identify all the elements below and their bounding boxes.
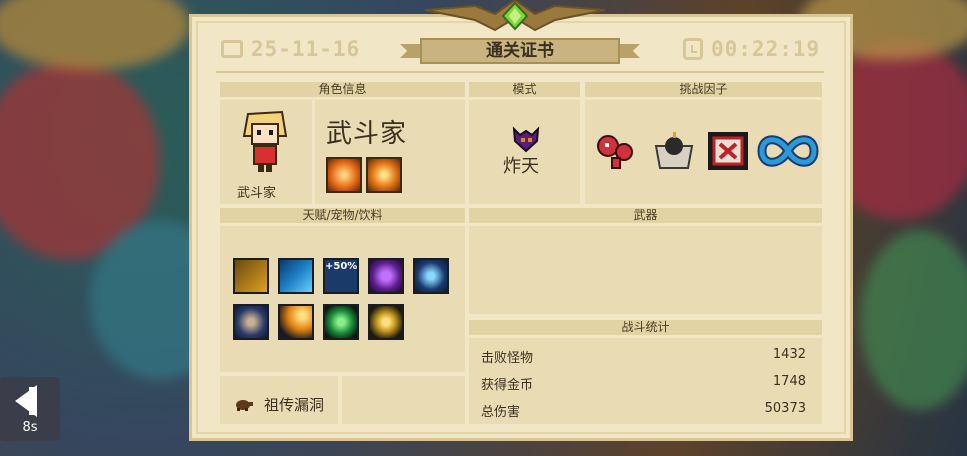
infinity-icon[interactable] [756, 130, 820, 172]
talents-header: 天赋/宠物/饮料 [220, 208, 465, 223]
countdown-text: 8s [22, 420, 38, 435]
shield-50-icon[interactable]: +50% [323, 258, 359, 294]
purple-shield-icon[interactable] [368, 258, 404, 294]
shield-plus-icon[interactable] [233, 258, 269, 294]
certificate-title: 通关证书 [420, 38, 620, 64]
mode-label: 炸天 [503, 156, 539, 177]
shield-50-text: +50% [325, 261, 358, 272]
stat-label: 获得金币 [481, 378, 534, 393]
calendar-icon [221, 40, 243, 58]
stat-row-damage: 总伤害 50373 [481, 401, 806, 420]
blue-blade-icon[interactable] [278, 258, 314, 294]
stat-row-kills: 击败怪物 1432 [481, 347, 806, 366]
fist-flame-skill-icon[interactable] [326, 157, 362, 193]
stat-label: 击败怪物 [481, 351, 534, 366]
green-shield-icon[interactable] [323, 304, 359, 340]
bomb-box-icon[interactable] [652, 130, 696, 172]
header-divider [216, 71, 824, 73]
blue-spear-icon[interactable] [413, 258, 449, 294]
demon-skull-icon [511, 125, 541, 153]
relic-label: 祖传漏洞 [264, 396, 325, 414]
back-button[interactable]: 8s [0, 377, 60, 441]
stat-value: 1748 [772, 374, 806, 389]
clock-icon [683, 38, 703, 60]
red-x-film-icon[interactable] [706, 130, 750, 172]
gem-ornament-icon [415, 0, 615, 34]
completion-time: 00:22:19 [683, 37, 820, 61]
red-creature-icon[interactable] [594, 130, 638, 172]
stat-value: 50373 [764, 401, 806, 416]
character-info-header: 角色信息 [220, 82, 465, 97]
talents-panel [220, 226, 465, 372]
stat-label: 总伤害 [481, 405, 521, 420]
time-text: 00:22:19 [711, 37, 821, 61]
gold-music-icon[interactable] [368, 304, 404, 340]
fireball-icon[interactable] [278, 304, 314, 340]
empty-relic-slot[interactable] [342, 376, 465, 424]
battle-stats-header: 战斗统计 [469, 320, 822, 335]
stat-value: 1432 [772, 347, 806, 362]
weapons-panel [469, 226, 822, 314]
hero-caption: 武斗家 [237, 186, 277, 201]
armored-knight-icon[interactable] [233, 304, 269, 340]
title-banner: 通关证书 [400, 36, 640, 66]
weapons-header: 武器 [469, 208, 822, 223]
back-arrow-stem [29, 387, 36, 415]
date-text: 25-11-16 [251, 37, 361, 61]
mode-header: 模式 [469, 82, 580, 97]
challenge-factors-header: 挑战因子 [585, 82, 822, 97]
punch-burst-skill-icon[interactable] [366, 157, 402, 193]
martial-artist-avatar [240, 106, 290, 176]
hero-class-name: 武斗家 [326, 119, 408, 149]
stat-row-gold: 获得金币 1748 [481, 374, 806, 393]
completion-date: 25-11-16 [221, 37, 360, 61]
turtle-icon [234, 396, 254, 411]
